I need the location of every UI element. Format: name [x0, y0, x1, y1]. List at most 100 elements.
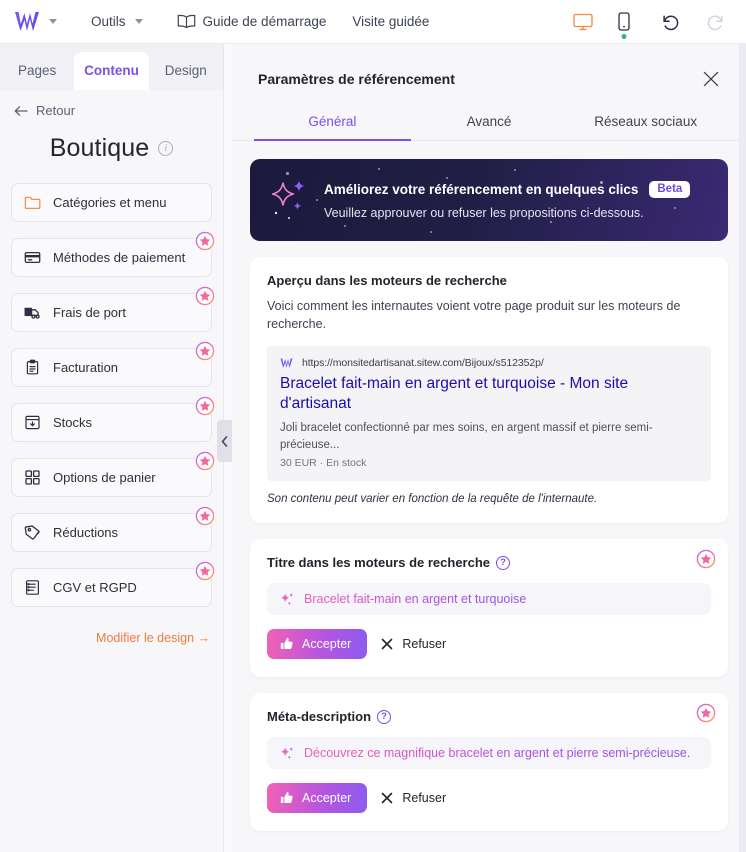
tab-avance[interactable]: Avancé	[411, 108, 568, 140]
star-badge-glyph	[195, 286, 215, 306]
sidebar-item-frais-de-port[interactable]: Frais de port	[11, 286, 215, 332]
sidebar-item-label: Stocks	[53, 415, 93, 430]
premium-star-icon[interactable]	[195, 561, 215, 581]
sidebar-item-stocks[interactable]: Stocks	[11, 396, 215, 442]
truck-icon	[24, 307, 40, 319]
menu-visite-guidee[interactable]: Visite guidée	[352, 14, 429, 29]
decor-dot	[514, 169, 516, 171]
premium-star-icon[interactable]	[195, 286, 215, 306]
seo-title-suggestion-text: Bracelet fait-main en argent et turquois…	[304, 592, 527, 607]
preview-note: Son contenu peut varier en fonction de l…	[267, 493, 598, 506]
tab-contenu[interactable]: Contenu	[74, 52, 149, 90]
sidebar-item-options-panier[interactable]: Options de panier	[11, 451, 215, 497]
accept-title-button[interactable]: Accepter	[267, 629, 368, 660]
accept-meta-button[interactable]: Accepter	[267, 783, 368, 814]
tab-pages[interactable]: Pages	[0, 52, 75, 90]
logo-chevron-down-icon[interactable]	[49, 19, 57, 24]
serp-meta: 30 EUR · En stock	[280, 457, 367, 470]
help-circle-icon[interactable]: ?	[496, 555, 511, 570]
premium-star-icon[interactable]	[195, 451, 215, 471]
menu-outils-label: Outils	[91, 14, 126, 29]
sidebar-item-label: CGV et RGPD	[53, 580, 137, 595]
seo-ai-promo-banner: Améliorez votre référencement en quelque…	[250, 159, 728, 241]
refuse-meta-button[interactable]: Refuser	[381, 791, 446, 805]
serp-title[interactable]: Bracelet fait-main en argent et turquois…	[280, 374, 698, 414]
app-root: Outils Guide de démarrage Visite guidée	[0, 0, 746, 852]
mobile-icon	[618, 12, 630, 31]
sidebar-tabs: Pages Contenu Design	[0, 44, 223, 90]
seo-title-card-label: Titre dans les moteurs de recherche	[267, 555, 491, 571]
premium-star-icon[interactable]	[696, 703, 716, 723]
star-badge-glyph	[696, 549, 716, 569]
sidebar-item-cgv-rgpd[interactable]: CGV et RGPD	[11, 561, 215, 607]
chevron-left-icon	[221, 435, 228, 447]
premium-star-icon[interactable]	[195, 231, 215, 251]
sidebar-item-methodes-paiement[interactable]: Méthodes de paiement	[11, 231, 215, 277]
refuse-title-label: Refuser	[402, 637, 447, 652]
info-icon[interactable]: i	[158, 141, 174, 156]
premium-star-icon[interactable]	[195, 506, 215, 526]
premium-star-icon[interactable]	[696, 549, 716, 569]
back-button[interactable]: Retour	[0, 89, 223, 118]
menu-guide-demarrage[interactable]: Guide de démarrage	[177, 14, 326, 29]
meta-description-card: Méta-description ? Découvrez ce magnifiq…	[250, 693, 728, 832]
redo-button[interactable]	[704, 11, 726, 33]
seo-title-actions: Accepter Refuser	[267, 629, 711, 660]
premium-star-icon[interactable]	[195, 341, 215, 361]
help-circle-icon[interactable]: ?	[377, 709, 392, 724]
document-list-icon	[25, 580, 40, 595]
tab-general[interactable]: Général	[254, 108, 411, 141]
sitew-w-logo[interactable]	[14, 11, 40, 33]
back-label: Retour	[36, 103, 76, 118]
promo-subtitle: Veuillez approuver ou refuser les propos…	[324, 205, 644, 220]
x-icon	[382, 792, 393, 804]
ai-sparkle-icon	[281, 746, 293, 759]
grid-icon	[25, 470, 40, 485]
star-badge-glyph	[195, 341, 215, 361]
panel-tabs: Général Avancé Réseaux sociaux	[232, 108, 746, 141]
mobile-preview-button[interactable]	[612, 10, 636, 39]
sidebar-item-label: Réductions	[53, 525, 119, 540]
sidebar-item-facturation[interactable]: Facturation	[11, 341, 215, 387]
sidebar-item-reductions[interactable]: Réductions	[11, 506, 215, 552]
star-badge-glyph	[696, 703, 716, 723]
thumbs-up-icon	[280, 791, 293, 804]
ai-sparkle-icon	[281, 592, 293, 605]
seo-title-suggestion-field[interactable]: Bracelet fait-main en argent et turquois…	[267, 583, 711, 616]
folder-icon	[24, 196, 41, 210]
menu-outils[interactable]: Outils	[91, 14, 143, 29]
sidebar-item-label: Catégories et menu	[53, 195, 167, 210]
meta-description-suggestion-field[interactable]: Découvrez ce magnifique bracelet en arge…	[267, 737, 711, 770]
beta-badge: Beta	[649, 180, 691, 198]
left-sidebar: Pages Contenu Design Retour Boutique i C…	[0, 44, 224, 852]
sidebar-item-categories[interactable]: Catégories et menu	[11, 183, 212, 222]
sidebar-collapse-handle[interactable]	[217, 420, 232, 462]
premium-star-icon[interactable]	[195, 396, 215, 416]
toolbar-right-group	[571, 10, 732, 39]
decor-dot	[550, 221, 552, 223]
preview-card-title: Aperçu dans les moteurs de recherche	[267, 273, 507, 288]
decor-dot	[316, 199, 318, 201]
serp-description: Joli bracelet confectionné par mes soins…	[280, 421, 653, 451]
modifier-le-design-link[interactable]: Modifier le design →	[0, 623, 223, 645]
seo-settings-panel: Paramètres de référencement Général Avan…	[232, 44, 746, 852]
meta-description-card-title: Méta-description ?	[267, 709, 711, 724]
undo-button[interactable]	[659, 11, 681, 33]
arrow-left-icon	[14, 105, 28, 116]
star-badge-glyph	[195, 396, 215, 416]
refuse-title-button[interactable]: Refuser	[381, 637, 446, 651]
star-badge-glyph	[195, 561, 215, 581]
tag-icon	[24, 525, 40, 540]
accept-title-label: Accepter	[302, 637, 352, 652]
top-toolbar: Outils Guide de démarrage Visite guidée	[0, 0, 746, 44]
desktop-preview-button[interactable]	[571, 10, 595, 34]
panel-scrollbar-gutter[interactable]	[739, 44, 746, 852]
promo-title-row: Améliorez votre référencement en quelque…	[324, 180, 691, 198]
tab-design[interactable]: Design	[148, 52, 223, 90]
page-title-row: Boutique i	[0, 134, 223, 163]
sitew-w-favicon	[280, 358, 293, 368]
close-icon[interactable]	[702, 70, 720, 88]
tab-reseaux-sociaux[interactable]: Réseaux sociaux	[567, 108, 724, 140]
panel-header: Paramètres de référencement	[232, 44, 746, 88]
refuse-meta-label: Refuser	[402, 791, 447, 806]
